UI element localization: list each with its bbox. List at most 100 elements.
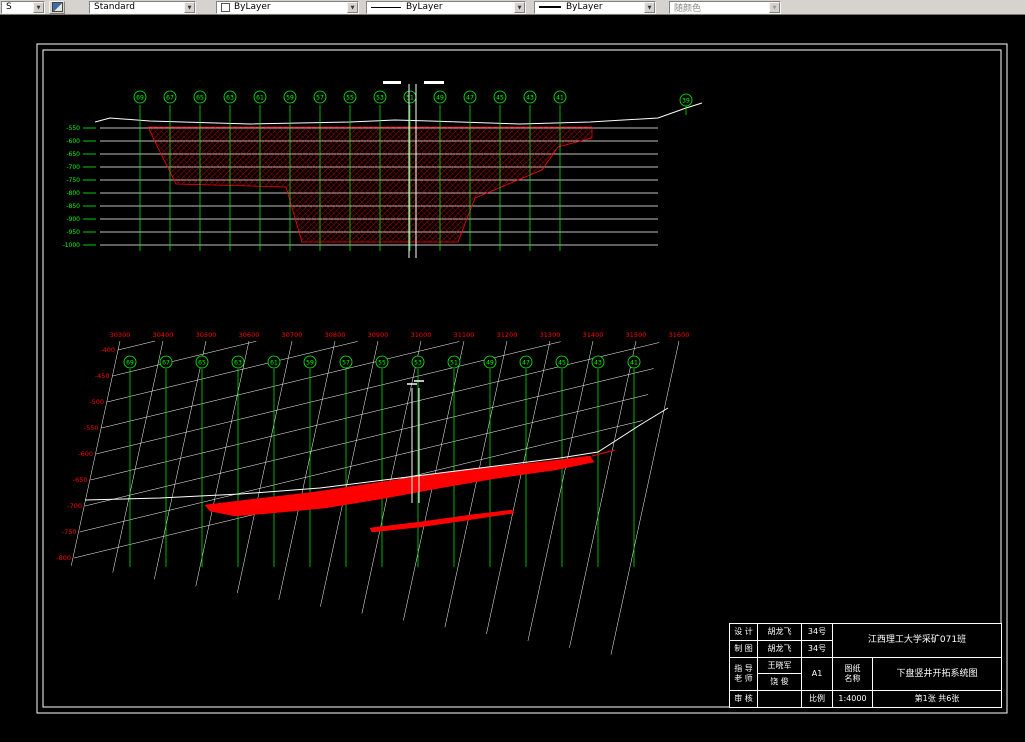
advisor-name-2: 饶 俊	[757, 673, 802, 691]
station-label: 61	[270, 360, 278, 367]
grid-line-cross[interactable]	[486, 340, 551, 635]
station-label: 69	[136, 95, 144, 102]
station-label: 61	[256, 95, 264, 102]
chevron-down-icon[interactable]: ▼	[184, 1, 195, 13]
station-label: 67	[162, 360, 170, 367]
paper-size: A1	[801, 657, 833, 691]
chevron-down-icon: ▼	[769, 1, 780, 13]
grid-line-cross[interactable]	[195, 340, 250, 587]
grid-line-cross[interactable]	[527, 340, 594, 641]
elevation-label: -750	[66, 177, 80, 184]
ore-body-plan-lower[interactable]	[369, 509, 515, 533]
coordinate-label: 30500	[196, 331, 217, 339]
model-space[interactable]: -550 -600 -650 -700 -750 -800 -850 -900 -950 -100…	[0, 15, 1025, 738]
grid-line-level[interactable]	[117, 340, 155, 351]
station-label: 63	[226, 95, 234, 102]
station-label: 59	[306, 360, 314, 367]
draft-name: 胡龙飞	[757, 640, 802, 658]
lineweight-sample-icon	[539, 6, 561, 8]
title-block: 设 计 胡龙飞 34号 江西理工大学采矿071班 制 图 胡龙飞 34号 指 导…	[729, 623, 1002, 708]
station-label: 51	[406, 95, 414, 102]
drawing-name: 下盘竖井开拓系统图	[872, 657, 1002, 691]
design-no: 34号	[801, 623, 833, 641]
station-label: 51	[450, 360, 458, 367]
color-control-value: ByLayer	[234, 2, 271, 12]
station-label: 69	[126, 360, 134, 367]
station-label: 45	[558, 360, 566, 367]
ore-body-plan[interactable]	[204, 455, 595, 517]
station-label: 41	[556, 95, 564, 102]
chevron-down-icon[interactable]: ▼	[347, 1, 358, 13]
plan-elevation-label: -800	[56, 554, 71, 562]
advisor-name-1: 王晓军	[757, 657, 802, 674]
coordinate-label: 31400	[583, 331, 604, 339]
station-label: 63	[234, 360, 242, 367]
grid-line-cross[interactable]	[154, 340, 207, 580]
headframe-symbol[interactable]	[424, 81, 444, 84]
grid-line-cross[interactable]	[278, 340, 336, 600]
grid-line-cross[interactable]	[320, 340, 379, 607]
plot-style-combo: 随颜色 ▼	[669, 0, 781, 14]
draft-label: 制 图	[729, 640, 758, 658]
station-label: 43	[526, 95, 534, 102]
elevation-label: -1000	[63, 242, 81, 249]
grid-line-cross[interactable]	[569, 340, 637, 648]
coordinate-label: 31500	[626, 331, 647, 339]
design-label: 设 计	[729, 623, 758, 641]
chevron-down-icon[interactable]: ▼	[644, 1, 655, 13]
plan-elevation-label: -650	[73, 476, 88, 484]
ore-body-hatch[interactable]	[147, 126, 593, 243]
coordinate-label: 31300	[540, 331, 561, 339]
plot-style-value: 随颜色	[674, 3, 702, 14]
elevation-label: -650	[66, 151, 80, 158]
grid-line-level[interactable]	[101, 341, 460, 429]
station-label: 53	[414, 360, 422, 367]
school-name: 江西理工大学采矿071班	[832, 623, 1002, 658]
text-style-value: Standard	[94, 2, 135, 12]
station-label: 47	[522, 360, 530, 367]
station-label: 65	[198, 360, 206, 367]
station-label: 55	[378, 360, 386, 367]
section-view[interactable]: -550 -600 -650 -700 -750 -800 -850 -900 -950 -100…	[63, 81, 703, 258]
chevron-down-icon[interactable]: ▼	[514, 1, 525, 13]
scale-value: 1:4000	[832, 690, 873, 708]
linetype-sample-icon	[371, 6, 401, 8]
station-label: 67	[166, 95, 174, 102]
layer-control-combo[interactable]: S ▼	[1, 0, 45, 14]
surface-line[interactable]	[94, 102, 703, 125]
headframe-symbol[interactable]	[383, 81, 401, 84]
lineweight-control-combo[interactable]: ByLayer ▼	[534, 0, 656, 14]
coordinate-label: 31100	[454, 331, 475, 339]
station-label: 49	[436, 95, 444, 102]
grid-line-level[interactable]	[106, 341, 358, 403]
plan-elevation-label: -500	[89, 398, 104, 406]
plan-elevation-label: -600	[78, 450, 93, 458]
text-style-combo[interactable]: Standard ▼	[89, 0, 196, 14]
coordinate-label: 30600	[239, 331, 260, 339]
coordinate-label: 30700	[282, 331, 303, 339]
station-label: 57	[342, 360, 350, 367]
style-manager-icon	[51, 2, 63, 12]
grid-line-cross[interactable]	[112, 340, 164, 573]
coordinate-label: 30800	[325, 331, 346, 339]
elevation-label: -800	[66, 190, 80, 197]
coordinate-label: 31000	[411, 331, 432, 339]
review-name	[757, 690, 802, 708]
plan-view[interactable]: 30300 30400 30500 30600 30700 30800 30900 31000…	[56, 331, 689, 655]
elevation-label: -900	[66, 216, 80, 223]
station-label: 47	[466, 95, 474, 102]
plan-elevation-label: -550	[84, 424, 99, 432]
properties-toolbar: S ▼ Standard ▼ ByLayer ▼ ByLayer ▼ ByLay…	[0, 0, 1025, 15]
sheet-name-label: 图纸 名称	[832, 657, 873, 691]
station-label: 43	[594, 360, 602, 367]
linetype-control-combo[interactable]: ByLayer ▼	[366, 0, 526, 14]
coordinate-label: 30300	[110, 331, 131, 339]
draft-no: 34号	[801, 640, 833, 658]
plan-elevation-label: -450	[95, 372, 110, 380]
elevation-label: -950	[66, 229, 80, 236]
grid-line-cross[interactable]	[610, 340, 680, 655]
color-control-combo[interactable]: ByLayer ▼	[216, 0, 359, 14]
chevron-down-icon[interactable]: ▼	[33, 1, 44, 13]
coordinate-label: 30400	[153, 331, 174, 339]
style-manager-button[interactable]	[49, 0, 65, 14]
